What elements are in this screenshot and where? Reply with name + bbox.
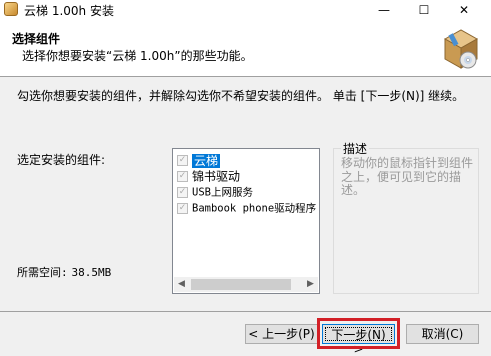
checkbox-checked-icon[interactable]: ✓ [177, 187, 188, 198]
window-title: 云梯 1.00h 安装 [24, 4, 114, 18]
minimize-button[interactable]: — [366, 0, 402, 20]
component-label: Bambook phone驱动程序 [192, 202, 317, 215]
page-title: 选择组件 [12, 32, 61, 46]
component-label: USB上网服务 [192, 186, 253, 199]
back-button[interactable]: < 上一步(P) [245, 324, 318, 344]
cancel-button[interactable]: 取消(C) [406, 324, 479, 344]
maximize-button[interactable]: ☐ [406, 0, 442, 20]
footer-divider [0, 311, 491, 312]
next-button-highlight [317, 318, 400, 349]
scroll-right-icon[interactable]: ▶ [303, 277, 318, 292]
checkbox-checked-icon[interactable]: ✓ [177, 203, 188, 214]
page-header: 选择组件 选择你想要安装“云梯 1.00h”的那些功能。 [0, 20, 491, 77]
page-subtitle: 选择你想要安装“云梯 1.00h”的那些功能。 [22, 49, 253, 63]
description-title: 描述 [341, 140, 370, 157]
component-label: 云梯 [192, 153, 221, 168]
description-text: 移动你的鼠标指针到组件之上，便可见到它的描述。 [341, 156, 474, 197]
space-required-value: 38.5MB [71, 266, 112, 279]
space-required-label: 所需空间: [17, 266, 68, 279]
instructions-text: 勾选你想要安装的组件，并解除勾选你不希望安装的组件。 单击 [下一步(N)] 继… [17, 89, 465, 103]
scroll-left-icon[interactable]: ◀ [174, 277, 189, 292]
component-item-yunti[interactable]: ✓ 云梯 [177, 152, 221, 168]
component-label: 锦书驱动 [192, 169, 241, 184]
installer-app-icon [4, 2, 18, 16]
close-button[interactable]: ✕ [446, 0, 482, 20]
components-label: 选定安装的组件: [17, 153, 106, 167]
checkbox-checked-icon[interactable]: ✓ [177, 171, 188, 182]
scrollbar-thumb[interactable] [191, 279, 291, 290]
component-item-usb-service[interactable]: ✓ USB上网服务 [177, 184, 253, 200]
title-bar: 云梯 1.00h 安装 — ☐ ✕ [0, 0, 491, 20]
package-box-cd-icon [443, 29, 479, 69]
horizontal-scrollbar[interactable]: ◀ ▶ [174, 277, 318, 292]
checkbox-checked-icon[interactable]: ✓ [177, 155, 188, 166]
component-tree[interactable]: ✓ 云梯 ✓ 锦书驱动 ✓ USB上网服务 ✓ Bambook phone驱动程序 ◀ … [172, 148, 320, 294]
component-item-jinshu-driver[interactable]: ✓ 锦书驱动 [177, 168, 240, 184]
space-required: 所需空间: 38.5MB [17, 264, 111, 280]
component-item-bambook-driver[interactable]: ✓ Bambook phone驱动程序 [177, 200, 316, 216]
